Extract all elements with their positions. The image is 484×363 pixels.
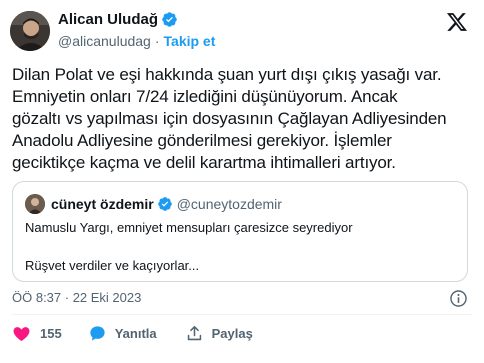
share-label: Paylaş: [211, 325, 253, 341]
quoted-tweet[interactable]: cüneyt özdemir @cuneytozdemir Namuslu Ya…: [12, 181, 468, 282]
divider: [12, 314, 472, 315]
like-count: 155: [40, 325, 62, 341]
verified-badge-icon: [162, 12, 177, 27]
quoted-author-avatar: [25, 194, 45, 214]
action-bar: 155 Yanıtla Paylaş: [12, 323, 253, 343]
quoted-tweet-header: cüneyt özdemir @cuneytozdemir: [25, 194, 282, 214]
quoted-tweet-text-line: Namuslu Yargı, emniyet mensupları çaresi…: [25, 220, 353, 235]
quoted-tweet-text-line: Rüşvet verdiler ve kaçıyorlar...: [25, 258, 200, 273]
author-name[interactable]: Alican Uludağ: [58, 11, 158, 28]
heart-icon: [13, 326, 30, 341]
author-handle-line: @alicanuludag · Takip et: [58, 33, 215, 49]
separator-dot: ·: [154, 33, 160, 49]
tweet-line: Emniyetin onları 7/24 izlediğini düşünüy…: [12, 87, 398, 106]
quoted-author-handle: @cuneytozdemir: [176, 196, 282, 212]
tweet-line: geciktikçe kaçma ve delil karartma ihtim…: [12, 153, 396, 172]
reply-label: Yanıtla: [114, 325, 157, 341]
x-logo-icon[interactable]: [446, 11, 468, 33]
tweet-line: Dilan Polat ve eşi hakkında şuan yurt dı…: [12, 65, 442, 84]
quoted-author-name: cüneyt özdemir: [51, 196, 154, 212]
reply-bubble-icon: [90, 325, 105, 341]
tweet-text: Dilan Polat ve eşi hakkında şuan yurt dı…: [12, 64, 474, 174]
share-button[interactable]: Paylaş: [185, 324, 253, 343]
like-button[interactable]: 155: [12, 324, 62, 343]
tweet-line: gözaltı vs yapılması için dosyasının Çağ…: [12, 109, 447, 128]
reply-button[interactable]: Yanıtla: [88, 324, 157, 343]
info-icon[interactable]: [449, 289, 468, 308]
verified-badge-icon: [157, 197, 172, 211]
tweet-line: Anadolu Adliyesine gönderilmesi gerekiyo…: [12, 131, 392, 150]
author-handle[interactable]: @alicanuludag: [58, 33, 151, 49]
follow-button[interactable]: Takip et: [164, 33, 216, 49]
author-name-line: Alican Uludağ: [58, 11, 178, 28]
tweet-timestamp[interactable]: ÖÖ 8:37 · 22 Eki 2023: [12, 290, 141, 305]
author-avatar[interactable]: [10, 11, 50, 51]
share-icon: [187, 325, 201, 340]
